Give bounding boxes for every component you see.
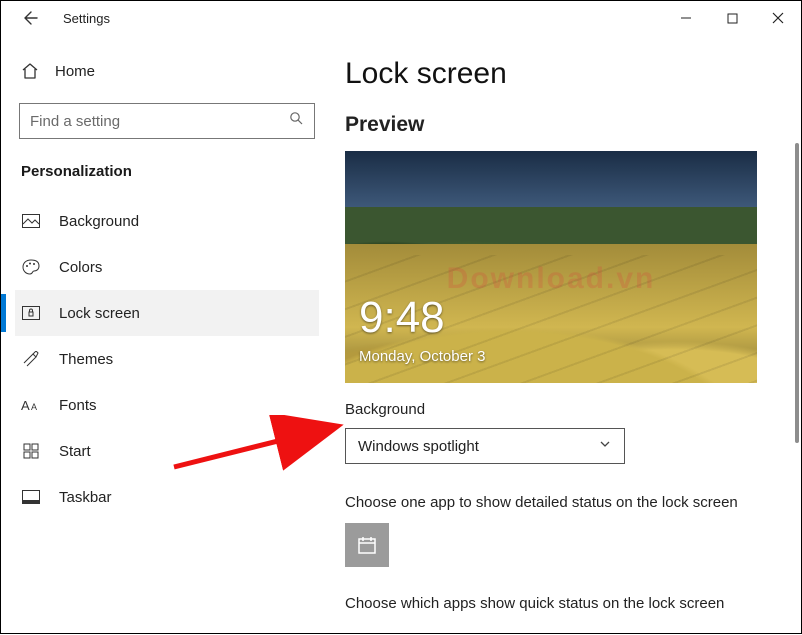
page-title: Lock screen [345,57,785,91]
minimize-button[interactable] [663,1,709,35]
window-title: Settings [63,11,110,26]
sidebar-nav: Background Colors Lock screen Themes [15,198,319,520]
chevron-down-icon [598,437,612,456]
sidebar-section-title: Personalization [21,163,319,180]
start-icon [21,443,41,459]
search-box[interactable] [19,103,315,139]
fonts-icon: AA [21,397,41,413]
sidebar-item-themes[interactable]: Themes [15,336,319,382]
sidebar-item-background[interactable]: Background [15,198,319,244]
detailed-status-label: Choose one app to show detailed status o… [345,494,785,511]
lock-time: 9:48 [359,293,445,343]
calendar-icon [356,534,378,556]
picture-icon [21,214,41,228]
background-dropdown-value: Windows spotlight [358,438,598,455]
detailed-status-app-button[interactable] [345,523,389,567]
lock-screen-preview: Download.vn 9:48 Monday, October 3 [345,151,757,383]
lock-date: Monday, October 3 [359,348,485,365]
minimize-icon [680,12,692,24]
window-controls [663,1,801,35]
svg-text:A: A [31,402,37,412]
close-icon [772,12,784,24]
sidebar-item-label: Lock screen [59,305,140,322]
background-label: Background [345,401,785,418]
arrow-left-icon [22,10,38,26]
back-button[interactable] [7,1,53,35]
home-icon [21,62,39,80]
sidebar-item-label: Start [59,443,91,460]
sidebar-item-label: Background [59,213,139,230]
sidebar-item-label: Taskbar [59,489,112,506]
sidebar-item-label: Colors [59,259,102,276]
sidebar-item-colors[interactable]: Colors [15,244,319,290]
sidebar-item-label: Themes [59,351,113,368]
titlebar: Settings [1,1,801,35]
sidebar-item-lock-screen[interactable]: Lock screen [15,290,319,336]
svg-text:A: A [21,398,30,413]
content-pane: Lock screen Preview Download.vn 9:48 Mon… [329,35,801,635]
sidebar-home[interactable]: Home [15,53,319,89]
scrollbar[interactable] [795,143,799,443]
maximize-icon [727,13,738,24]
palette-icon [21,259,41,275]
themes-icon [21,351,41,367]
lock-screen-icon [21,306,41,320]
maximize-button[interactable] [709,1,755,35]
quick-status-label: Choose which apps show quick status on t… [345,595,785,612]
search-input[interactable] [30,113,289,130]
sidebar-item-start[interactable]: Start [15,428,319,474]
background-dropdown[interactable]: Windows spotlight [345,428,625,464]
close-button[interactable] [755,1,801,35]
sidebar-item-label: Fonts [59,397,97,414]
sidebar-home-label: Home [55,63,95,80]
sidebar: Home Personalization Background Colors [1,35,329,635]
search-icon [289,111,304,131]
sidebar-item-fonts[interactable]: AA Fonts [15,382,319,428]
taskbar-icon [21,490,41,504]
preview-heading: Preview [345,113,785,137]
sidebar-item-taskbar[interactable]: Taskbar [15,474,319,520]
